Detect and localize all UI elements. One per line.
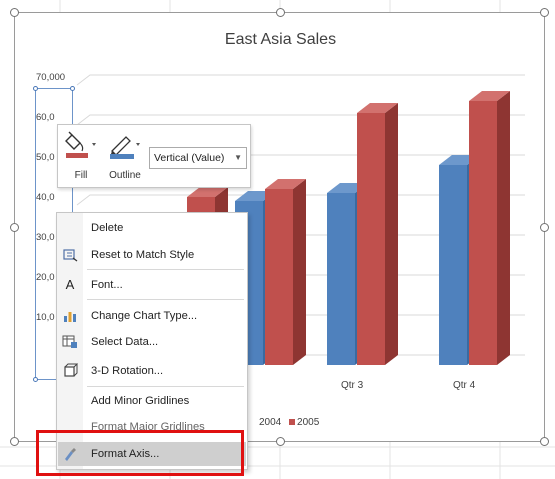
menu-item-reset-to-match-style[interactable]: Reset to Match Style xyxy=(58,243,246,267)
menu-item-label: Add Minor Gridlines xyxy=(91,395,190,407)
fill-button[interactable]: Fill xyxy=(60,129,102,185)
rotation-3d-icon xyxy=(62,363,79,379)
axis-selection-handle[interactable] xyxy=(33,377,38,382)
chart-type-icon xyxy=(62,308,78,324)
legend-item-2004: 2004 xyxy=(259,417,282,428)
menu-item-add-minor-gridlines[interactable]: Add Minor Gridlines xyxy=(58,389,246,413)
bar-side-2005-Qtr3 xyxy=(385,103,398,365)
axis-selection-handle[interactable] xyxy=(70,86,75,91)
outline-button[interactable]: Outline xyxy=(102,129,148,185)
menu-item-3d-rotation[interactable]: 3-D Rotation... xyxy=(58,359,246,383)
menu-item-delete[interactable]: Delete xyxy=(58,216,246,240)
bar-side-2005-Qtr2 xyxy=(293,179,306,365)
menu-item-label: Select Data... xyxy=(91,336,159,348)
chart-resize-handle[interactable] xyxy=(276,437,285,446)
x-tick-label: Qtr 4 xyxy=(453,380,476,391)
menu-item-font[interactable]: A Font... xyxy=(58,273,246,297)
chart-element-dropdown[interactable]: Vertical (Value) ▼ xyxy=(149,147,247,169)
legend-item-2005: 2005 xyxy=(297,417,320,428)
chart-element-value: Vertical (Value) xyxy=(154,152,225,164)
chevron-down-icon: ▼ xyxy=(234,153,242,162)
x-tick-label: Qtr 3 xyxy=(341,380,364,391)
bar-2004-Qtr3 xyxy=(327,193,355,365)
gridline xyxy=(76,74,525,86)
bar-2004-Qtr4 xyxy=(439,165,467,365)
chart-resize-handle[interactable] xyxy=(10,8,19,17)
chart-resize-handle[interactable] xyxy=(540,437,549,446)
pen-outline-icon xyxy=(110,136,140,159)
bar-2005-Qtr4 xyxy=(469,101,497,365)
chart-resize-handle[interactable] xyxy=(540,223,549,232)
menu-item-change-chart-type[interactable]: Change Chart Type... xyxy=(58,304,246,328)
chart-resize-handle[interactable] xyxy=(10,437,19,446)
chart-legend[interactable]: 2004 2005 xyxy=(259,417,319,428)
reset-style-icon xyxy=(62,247,78,263)
chart-resize-handle[interactable] xyxy=(10,223,19,232)
highlight-annotation-box xyxy=(36,430,244,476)
menu-separator xyxy=(87,299,244,300)
font-icon: A xyxy=(65,277,75,292)
chart-resize-handle[interactable] xyxy=(276,8,285,17)
bar-side-2005-Qtr4 xyxy=(497,91,510,365)
menu-item-label: Reset to Match Style xyxy=(91,249,195,261)
paint-bucket-icon xyxy=(65,131,96,158)
outline-label: Outline xyxy=(109,170,141,181)
menu-item-label: Delete xyxy=(91,222,124,234)
bar-2005-Qtr2 xyxy=(265,189,293,365)
axis-selection-handle[interactable] xyxy=(33,86,38,91)
menu-separator xyxy=(87,386,244,387)
select-data-icon xyxy=(62,334,78,350)
menu-item-select-data[interactable]: Select Data... xyxy=(58,330,246,354)
bar-2005-Qtr3 xyxy=(357,113,385,365)
menu-item-label: Change Chart Type... xyxy=(91,310,198,322)
fill-label: Fill xyxy=(74,170,88,181)
menu-item-label: 3-D Rotation... xyxy=(91,365,164,377)
menu-item-label: Font... xyxy=(91,279,123,291)
legend-swatch-2005 xyxy=(289,419,296,425)
y-tick-label: 70,000 xyxy=(36,72,65,83)
mini-toolbar: Fill Outline Vertical (Value) ▼ xyxy=(57,124,251,188)
menu-separator xyxy=(87,269,244,270)
chart-resize-handle[interactable] xyxy=(540,8,549,17)
